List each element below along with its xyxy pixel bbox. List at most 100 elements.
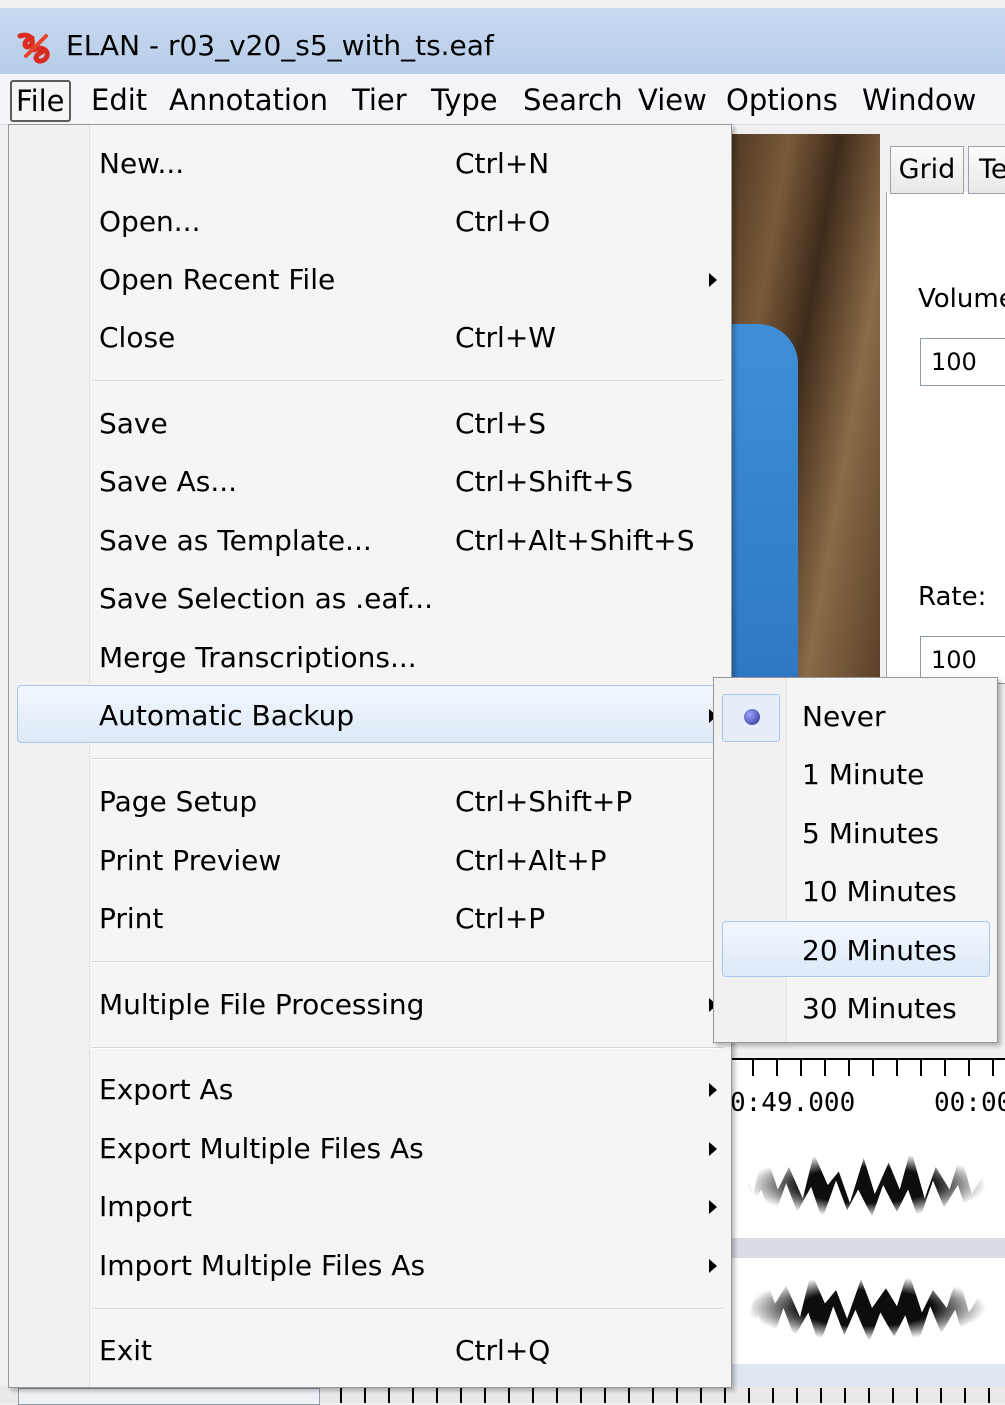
menu-item-open[interactable]: Open... Ctrl+O [9,193,731,251]
menu-item-shortcut: Ctrl+O [455,205,551,238]
menu-separator [91,758,723,760]
submenu-arrow-icon [709,1259,717,1273]
menu-item-label: Multiple File Processing [99,988,425,1021]
waveform-channel [728,1267,1005,1349]
menu-options[interactable]: Options [720,81,844,119]
submenu-item-label: Never [802,700,886,733]
menu-type[interactable]: Type [425,81,504,119]
menu-separator [91,961,723,963]
menu-item-label: Save as Template... [99,524,372,557]
menu-item-open-recent[interactable]: Open Recent File [9,251,731,309]
menu-annotation[interactable]: Annotation [163,81,334,119]
window-title: ELAN - r03_v20_s5_with_ts.eaf [66,29,494,62]
time-ruler [728,1058,1005,1076]
menu-separator [91,1047,723,1049]
menu-item-shortcut: Ctrl+Alt+Shift+S [455,524,695,557]
menu-item-label: Save [99,407,168,440]
menu-item-import-multiple[interactable]: Import Multiple Files As [9,1237,731,1295]
menu-bar: File Edit Annotation Tier Type Search Vi… [0,74,1005,125]
menu-item-label: Exit [99,1334,153,1367]
menu-item-label: Merge Transcriptions... [99,641,417,674]
bottom-ruler [340,1388,1005,1403]
menu-item-label: Print [99,902,164,935]
menu-item-shortcut: Ctrl+Alt+P [455,844,607,877]
tab-grid[interactable]: Grid [890,146,964,194]
file-menu-popup: New... Ctrl+N Open... Ctrl+O Open Recent… [8,124,732,1388]
menu-item-save-selection[interactable]: Save Selection as .eaf... [9,570,731,628]
elan-logo-icon [17,32,50,64]
menu-item-new[interactable]: New... Ctrl+N [9,135,731,193]
submenu-item-label: 30 Minutes [802,992,957,1025]
volume-label: Volume [918,284,1005,314]
menu-item-merge-transcriptions[interactable]: Merge Transcriptions... [9,629,731,687]
menu-item-exit[interactable]: Exit Ctrl+Q [9,1322,731,1380]
rate-label: Rate: [918,582,987,612]
menu-item-close[interactable]: Close Ctrl+W [9,309,731,367]
radio-selected-box [722,694,780,742]
menu-item-export-multiple[interactable]: Export Multiple Files As [9,1120,731,1178]
video-frame-figure [728,324,798,682]
menu-item-save-as-template[interactable]: Save as Template... Ctrl+Alt+Shift+S [9,512,731,570]
menu-item-page-setup[interactable]: Page Setup Ctrl+Shift+P [9,773,731,831]
backup-option-5-minutes[interactable]: 5 Minutes [714,805,997,863]
submenu-arrow-icon [709,1083,717,1097]
menu-item-save-as[interactable]: Save As... Ctrl+Shift+S [9,453,731,511]
time-label: 00:00 [934,1088,1005,1118]
menu-item-shortcut: Ctrl+P [455,902,546,935]
menu-view[interactable]: View [632,81,713,119]
backup-option-30-minutes[interactable]: 30 Minutes [714,980,997,1038]
menu-item-automatic-backup[interactable]: Automatic Backup [9,687,731,745]
submenu-arrow-icon [709,273,717,287]
submenu-arrow-icon [709,1200,717,1214]
menu-file[interactable]: File [10,80,71,122]
backup-option-20-minutes[interactable]: 20 Minutes [714,922,997,980]
menu-item-label: Page Setup [99,785,258,818]
menu-item-label: New... [99,147,185,180]
waveform-timeline[interactable]: 0:49.000 00:00 [728,1058,1005,1388]
menu-item-label: Export Multiple Files As [99,1132,424,1165]
menu-item-label: Open... [99,205,201,238]
submenu-item-label: 10 Minutes [802,875,957,908]
backup-option-10-minutes[interactable]: 10 Minutes [714,863,997,921]
backup-option-1-minute[interactable]: 1 Minute [714,746,997,804]
video-viewer[interactable] [728,134,880,682]
menu-item-label: Import Multiple Files As [99,1249,426,1282]
menu-separator [91,1308,723,1310]
menu-item-import[interactable]: Import [9,1178,731,1236]
menu-item-label: Print Preview [99,844,282,877]
tab-text[interactable]: Te [968,146,1005,194]
submenu-item-label: 20 Minutes [802,934,957,967]
menu-item-label: Save As... [99,465,238,498]
menu-item-label: Close [99,321,176,354]
waveform-channel [728,1149,1005,1221]
menu-item-label: Open Recent File [99,263,336,296]
volume-field[interactable]: 100 [920,338,1005,386]
submenu-arrow-icon [709,1142,717,1156]
backup-option-never[interactable]: Never [714,688,997,746]
menu-item-shortcut: Ctrl+S [455,407,547,440]
title-bar: ELAN - r03_v20_s5_with_ts.eaf [0,8,1005,74]
menu-item-shortcut: Ctrl+N [455,147,550,180]
menu-item-print-preview[interactable]: Print Preview Ctrl+Alt+P [9,832,731,890]
menu-item-multiple-file-processing[interactable]: Multiple File Processing [9,976,731,1034]
submenu-item-label: 5 Minutes [802,817,939,850]
menu-item-label: Save Selection as .eaf... [99,582,434,615]
scrollbar-thumb[interactable] [18,1388,320,1405]
time-label: 0:49.000 [730,1088,856,1118]
menu-search[interactable]: Search [517,81,629,119]
menu-item-export-as[interactable]: Export As [9,1061,731,1119]
menu-tier[interactable]: Tier [346,81,413,119]
menu-window[interactable]: Window [856,81,982,119]
selection-band [728,1364,1005,1388]
menu-item-shortcut: Ctrl+W [455,321,556,354]
menu-item-label: Automatic Backup [99,699,355,732]
menu-item-save[interactable]: Save Ctrl+S [9,395,731,453]
menu-separator [91,380,723,382]
menu-edit[interactable]: Edit [85,81,153,119]
menu-item-print[interactable]: Print Ctrl+P [9,890,731,948]
menu-item-label: Import [99,1190,192,1223]
radio-dot-icon [744,709,760,725]
menu-item-shortcut: Ctrl+Shift+P [455,785,633,818]
menu-item-shortcut: Ctrl+Q [455,1334,551,1367]
automatic-backup-submenu: Never 1 Minute 5 Minutes 10 Minutes 20 M… [713,677,998,1043]
